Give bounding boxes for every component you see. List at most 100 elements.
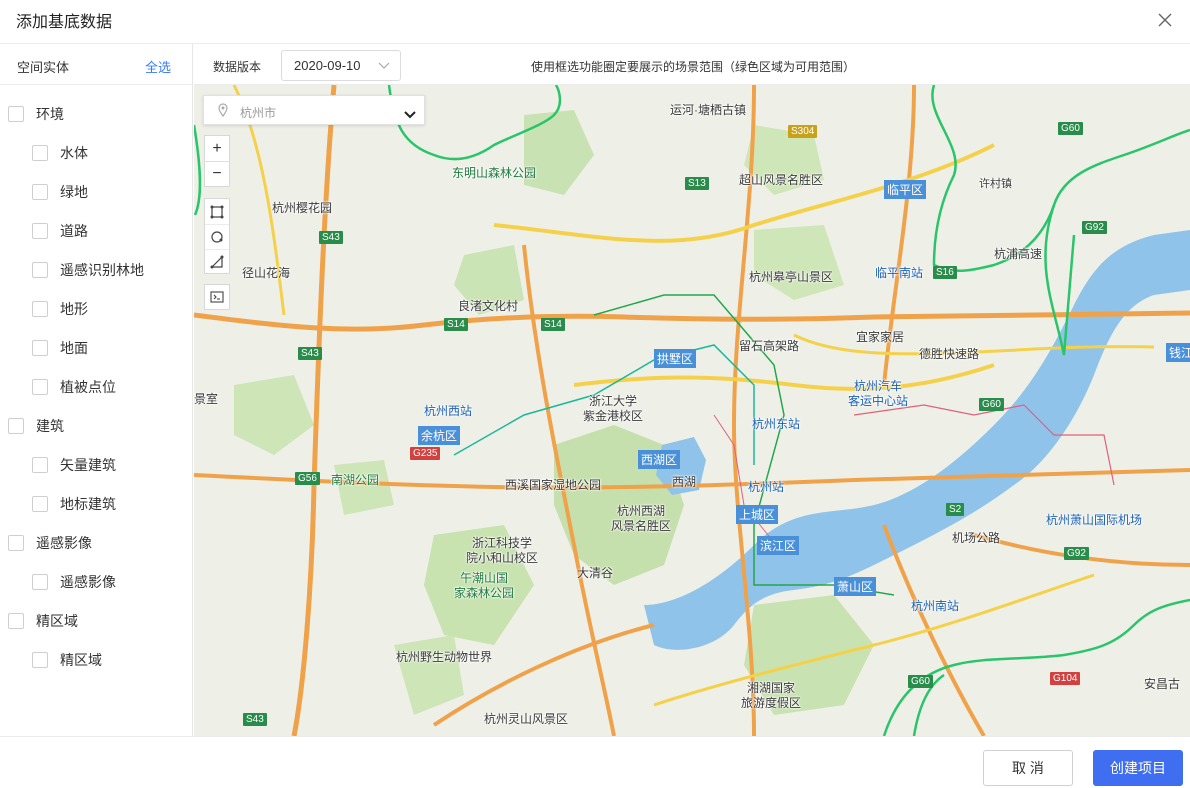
- tree-item-label: 植被点位: [60, 378, 116, 395]
- tree-item-label: 遥感识别林地: [60, 261, 144, 278]
- tree-item-building[interactable]: 建筑: [0, 406, 192, 445]
- tree-item-imagery-child[interactable]: 遥感影像: [0, 562, 192, 601]
- road-shield: S43: [319, 231, 343, 244]
- road-shield: S2: [946, 503, 965, 516]
- road-shield: G60: [1058, 122, 1083, 135]
- tree-item-label: 环境: [36, 105, 64, 122]
- version-value: 2020-09-10: [294, 58, 361, 73]
- sidebar-header: 空间实体 全选: [0, 44, 192, 85]
- tree-item-forest[interactable]: 遥感识别林地: [0, 250, 192, 289]
- tree-item-greenland[interactable]: 绿地: [0, 172, 192, 211]
- map-label: 临平南站: [875, 266, 924, 280]
- tree-item-label: 地标建筑: [60, 495, 116, 512]
- map-toolbar: 数据版本 2020-09-10 使用框选功能圈定要展示的场景范围（绿色区域为可用…: [194, 44, 1190, 85]
- select-all-link[interactable]: 全选: [145, 57, 171, 76]
- map-label: 杭州西湖 风景名胜区: [611, 504, 672, 533]
- create-project-button[interactable]: 创建项目: [1093, 750, 1183, 786]
- road-shield: S13: [685, 177, 709, 190]
- rectangle-select-icon[interactable]: [205, 199, 229, 224]
- checkbox[interactable]: [32, 222, 48, 239]
- map-label: 安昌古: [1144, 677, 1181, 691]
- map-label: 南湖公园: [331, 473, 380, 487]
- polygon-select-icon[interactable]: [205, 249, 229, 274]
- tree-item-label: 矢量建筑: [60, 456, 116, 473]
- zoom-in-button[interactable]: +: [205, 136, 229, 161]
- road-shield: G235: [410, 447, 441, 460]
- tree-item-label: 精区域: [36, 612, 78, 629]
- map-label: 留石高架路: [739, 339, 800, 353]
- map-label: 杭州汽车 客运中心站: [848, 379, 909, 408]
- version-select[interactable]: 2020-09-10: [281, 50, 401, 81]
- map-label: 午潮山国 家森林公园: [454, 571, 515, 600]
- tree-item-fine-region-child[interactable]: 精区域: [0, 640, 192, 679]
- add-base-data-dialog: 添加基底数据 空间实体 全选 环境 水体 绿地 道路 遥感识别林地 地形 地面 …: [0, 0, 1190, 788]
- checkbox[interactable]: [32, 651, 48, 668]
- map-label: 运河·塘栖古镇: [670, 103, 746, 117]
- map-label: 西溪国家湿地公园: [505, 478, 602, 492]
- entity-sidebar: 空间实体 全选 环境 水体 绿地 道路 遥感识别林地 地形 地面 植被点位 建筑…: [0, 44, 193, 736]
- tree-item-ground[interactable]: 地面: [0, 328, 192, 367]
- tree-item-landmark-building[interactable]: 地标建筑: [0, 484, 192, 523]
- checkbox[interactable]: [8, 417, 24, 434]
- checkbox[interactable]: [32, 573, 48, 590]
- checkbox[interactable]: [32, 183, 48, 200]
- tree-item-road[interactable]: 道路: [0, 211, 192, 250]
- zoom-control: + −: [204, 135, 230, 187]
- map-label: 超山风景名胜区: [739, 173, 824, 187]
- district-badge: 拱墅区: [654, 349, 697, 368]
- checkbox[interactable]: [32, 261, 48, 278]
- map-label: 湘湖国家 旅游度假区: [741, 681, 802, 710]
- district-badge: 滨江区: [757, 536, 800, 555]
- map-label: 杭州东站: [752, 417, 801, 431]
- map-label: 杭州西站: [424, 404, 473, 418]
- road-shield: G60: [908, 675, 933, 688]
- close-icon[interactable]: [1154, 9, 1176, 31]
- tree-item-vector-building[interactable]: 矢量建筑: [0, 445, 192, 484]
- tree-item-environment[interactable]: 环境: [0, 94, 192, 133]
- checkbox[interactable]: [32, 144, 48, 161]
- checkbox[interactable]: [32, 339, 48, 356]
- terminal-icon[interactable]: [204, 284, 230, 310]
- city-search-input[interactable]: 杭州市: [203, 95, 425, 125]
- cancel-button[interactable]: 取 消: [983, 750, 1073, 786]
- map-label: 西湖: [672, 475, 697, 489]
- map-label: 浙江大学 紫金港校区: [583, 394, 644, 423]
- draw-toolbar: [204, 198, 230, 274]
- map-label: 宜家家居: [856, 330, 905, 344]
- tree-item-label: 精区域: [60, 651, 102, 668]
- dialog-title: 添加基底数据: [16, 14, 113, 31]
- map-label: 杭州皋亭山景区: [749, 270, 834, 284]
- district-badge: 上城区: [736, 505, 779, 524]
- tree-item-label: 水体: [60, 144, 88, 161]
- circle-select-icon[interactable]: [205, 224, 229, 249]
- checkbox[interactable]: [32, 456, 48, 473]
- map-label: 杭州南站: [911, 599, 960, 613]
- checkbox[interactable]: [32, 495, 48, 512]
- road-shield: G60: [979, 398, 1004, 411]
- tree-item-imagery[interactable]: 遥感影像: [0, 523, 192, 562]
- tree-item-water[interactable]: 水体: [0, 133, 192, 172]
- checkbox[interactable]: [8, 105, 24, 122]
- checkbox[interactable]: [8, 612, 24, 629]
- road-shield: G104: [1050, 672, 1081, 685]
- map-canvas[interactable]: 运河·塘栖古镇 东明山森林公园 超山风景名胜区 临平区 许村镇 杭州樱花园 径山…: [194, 85, 1190, 736]
- version-label: 数据版本: [213, 60, 262, 74]
- tree-item-vegetation[interactable]: 植被点位: [0, 367, 192, 406]
- location-pin-icon: [218, 103, 228, 122]
- map-label: 许村镇: [979, 178, 1012, 190]
- road-shield: G92: [1064, 547, 1089, 560]
- district-badge: 余杭区: [418, 426, 461, 445]
- checkbox[interactable]: [32, 378, 48, 395]
- zoom-out-button[interactable]: −: [205, 161, 229, 186]
- map-label: 杭州灵山风景区: [484, 712, 569, 726]
- city-search-value: 杭州市: [240, 106, 277, 120]
- tree-item-terrain[interactable]: 地形: [0, 289, 192, 328]
- district-badge: 临平区: [884, 180, 927, 199]
- checkbox[interactable]: [32, 300, 48, 317]
- map-label: 良渚文化村: [458, 299, 519, 313]
- checkbox[interactable]: [8, 534, 24, 551]
- road-shield: S14: [541, 318, 565, 331]
- road-shield: S43: [243, 713, 267, 726]
- entity-tree: 环境 水体 绿地 道路 遥感识别林地 地形 地面 植被点位 建筑 矢量建筑 地标…: [0, 85, 192, 679]
- tree-item-fine-region[interactable]: 精区域: [0, 601, 192, 640]
